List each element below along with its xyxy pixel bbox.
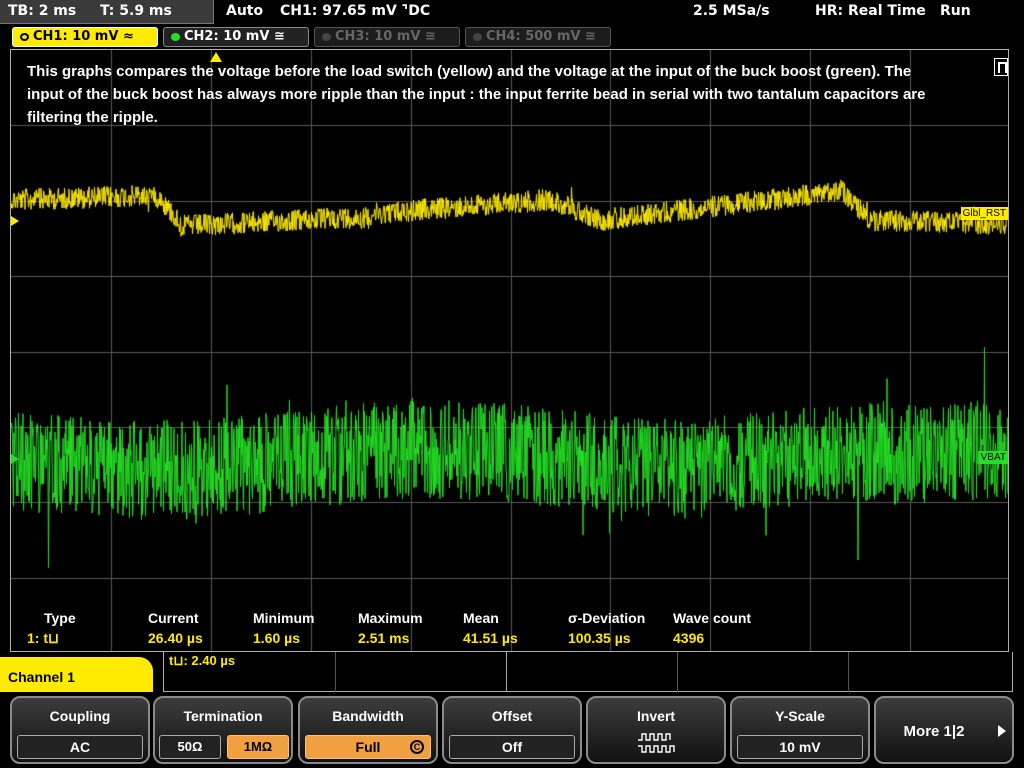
- invert-softkey[interactable]: Invert: [586, 696, 726, 764]
- measurement-header: Mean: [463, 610, 499, 626]
- channel-tab-label: CH3: 10 mV ≅: [335, 29, 436, 44]
- bandwidth-value-text: Full: [355, 739, 381, 755]
- trigger-level[interactable]: CH1: 97.65 mV ⌝DC: [280, 0, 430, 24]
- waveform-traces: [11, 50, 1008, 651]
- coupling-value: AC: [17, 735, 143, 759]
- strip-measurement: t⊔: 2.40 µs: [169, 653, 236, 668]
- strip-divider: [335, 652, 336, 692]
- measurement-table: Type Current Minimum Maximum Mean σ-Devi…: [11, 606, 1008, 651]
- channel-indicator-icon: [20, 33, 29, 41]
- measurement-value: 41.51 µs: [463, 630, 518, 646]
- channel-tab-ch3[interactable]: CH3: 10 mV ≅: [314, 27, 460, 47]
- status-bar: TB: 2 ms T: 5.9 ms Auto CH1: 97.65 mV ⌝D…: [0, 0, 1024, 24]
- channel-tab-label: CH2: 10 mV ≅: [184, 29, 285, 44]
- termination-softkey[interactable]: Termination 50Ω 1MΩ: [153, 696, 293, 764]
- trigger-time-strip: t⊔: 2.40 µs: [163, 652, 1013, 692]
- annotation-text: This graphs compares the voltage before …: [27, 63, 926, 126]
- softkey-bar: Coupling AC Termination 50Ω 1MΩ Bandwidt…: [0, 692, 1024, 768]
- softkey-title: Y-Scale: [775, 708, 825, 724]
- trigger-position-value: T: 5.9 ms: [100, 3, 172, 19]
- channel-tab-label: CH4: 500 mV ≅: [486, 29, 596, 44]
- strip-divider: [677, 652, 678, 692]
- waveform-display[interactable]: This graphs compares the voltage before …: [10, 49, 1009, 652]
- measurement-header: Wave count: [673, 610, 752, 626]
- channel-tab-ch1[interactable]: CH1: 10 mV ≈: [12, 27, 158, 47]
- strip-divider: [848, 652, 849, 692]
- lock-icon[interactable]: [994, 58, 1008, 76]
- timebase-value: TB: 2 ms: [8, 3, 77, 19]
- channel-indicator-icon: [171, 33, 180, 41]
- termination-50ohm-option[interactable]: 50Ω: [159, 735, 221, 759]
- bandwidth-softkey[interactable]: Bandwidth Full C: [298, 696, 438, 764]
- yscale-value: 10 mV: [737, 735, 863, 759]
- strip-cursor: [506, 652, 507, 692]
- termination-1mohm-option[interactable]: 1MΩ: [227, 735, 289, 759]
- measurement-value: 26.40 µs: [148, 630, 203, 646]
- ch2-offset-marker-icon[interactable]: [11, 454, 19, 464]
- trigger-position-marker-icon[interactable]: [210, 52, 222, 62]
- channel-tab-ch4[interactable]: CH4: 500 mV ≅: [465, 27, 611, 47]
- measurement-header: σ-Deviation: [568, 610, 646, 626]
- softkey-title: Coupling: [49, 708, 111, 724]
- timebase-box[interactable]: TB: 2 ms T: 5.9 ms: [0, 0, 214, 24]
- channel-indicator-icon: [473, 33, 482, 41]
- ch1-waveform-label: Glbl_RST: [960, 207, 1008, 220]
- acquisition-mode[interactable]: HR: Real Time: [815, 0, 926, 24]
- more-softkey[interactable]: More 1|2: [874, 696, 1014, 764]
- channel-tab-ch2[interactable]: CH2: 10 mV ≅: [163, 27, 309, 47]
- ch2-waveform-label: VBAT: [978, 451, 1008, 464]
- measurement-value: 4396: [673, 630, 705, 646]
- coupling-softkey[interactable]: Coupling AC: [10, 696, 150, 764]
- measurement-header: Current: [148, 610, 199, 626]
- trigger-mode[interactable]: Auto: [226, 0, 263, 24]
- softkey-title: Offset: [491, 708, 533, 724]
- softkey-title: Invert: [636, 708, 676, 724]
- channel-tabs: CH1: 10 mV ≈ CH2: 10 mV ≅ CH3: 10 mV ≅ C…: [0, 26, 1024, 48]
- channel-tab-label: CH1: 10 mV ≈: [33, 29, 134, 44]
- measurement-header: Minimum: [253, 610, 315, 626]
- copyright-c-icon: C: [410, 740, 424, 754]
- measurement-header: Maximum: [358, 610, 423, 626]
- measurement-value: 1.60 µs: [253, 630, 300, 646]
- measurement-value: 100.35 µs: [568, 630, 631, 646]
- measurement-header: Type: [44, 610, 76, 626]
- arrow-right-icon: [998, 725, 1006, 737]
- measurement-value: 2.51 ms: [358, 630, 410, 646]
- offset-value: Off: [449, 735, 575, 759]
- more-label: More 1|2: [903, 723, 965, 740]
- channel-indicator-icon: [322, 33, 331, 41]
- run-state[interactable]: Run: [940, 0, 971, 24]
- ch1-offset-marker-icon[interactable]: [11, 216, 19, 226]
- softkey-title: Bandwidth: [332, 708, 404, 724]
- invert-waveform-icon: [638, 733, 675, 753]
- bandwidth-value: Full C: [305, 735, 431, 759]
- measurement-value: 1: t⊔: [27, 630, 59, 646]
- yscale-softkey[interactable]: Y-Scale 10 mV: [730, 696, 870, 764]
- softkey-title: Termination: [183, 708, 263, 724]
- sample-rate: 2.5 MSa/s: [693, 3, 770, 19]
- offset-softkey[interactable]: Offset Off: [442, 696, 582, 764]
